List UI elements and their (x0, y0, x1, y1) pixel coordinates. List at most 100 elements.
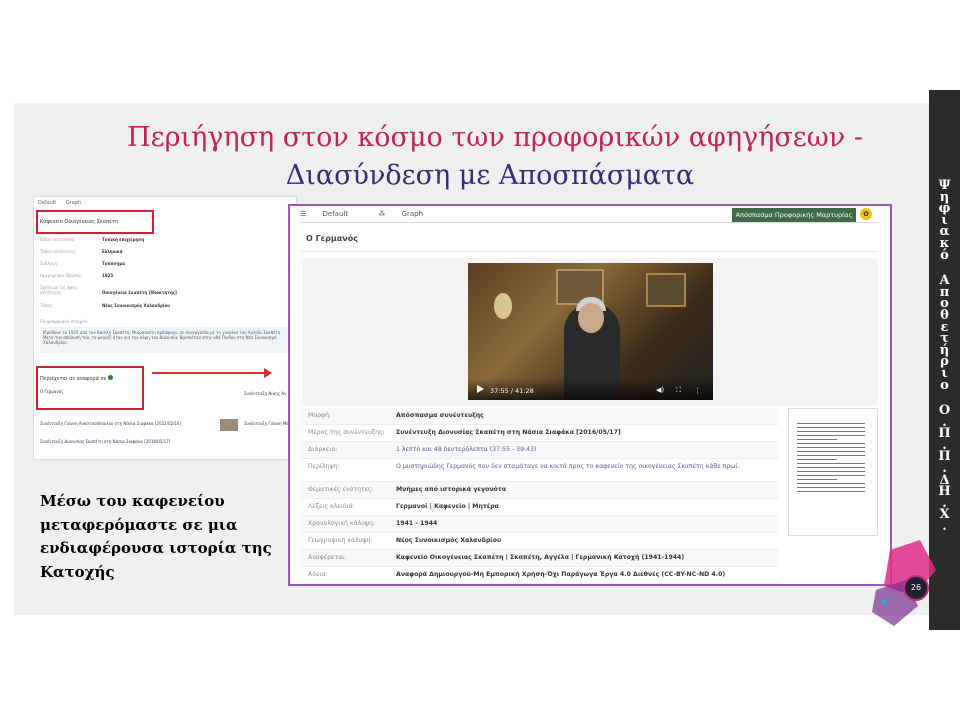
video-player[interactable]: 37:55 / 41:28 ◀) ⛶ ⋮ (468, 263, 713, 400)
meta-value[interactable]: Καφενείο Οικογένειας Σκαπέτη | Σκαπέτη, … (396, 554, 684, 561)
meta-row: Σχέση με τις αφηγ. οντότητες: Οικογένεια … (40, 285, 177, 295)
thumbnail-text-line (797, 471, 865, 472)
slide-body-text: Μέσω του καφενείου μεταφερόμαστε σε μια … (40, 492, 272, 581)
meta-value: 1941 - 1944 (396, 520, 438, 527)
thumbnail-text-line (797, 423, 865, 424)
meta-value: 1 λεπτό και 48 δευτερόλεπτα (37:55 - 39:… (396, 446, 537, 453)
meta-row: Λέξεις κλειδιά: Γερμανοί | Καφενείο | Μητ… (302, 499, 778, 516)
meta-row: Περίληψη: Ο μυστηριώδης Γερμανός που δεν … (302, 459, 778, 482)
meta-key: Σχέση με τις αφηγ. οντότητες: (40, 285, 79, 295)
list-icon: ☰ (300, 210, 309, 218)
meta-key: Χρονολογική κάλυψη: (308, 520, 375, 527)
video-time: 37:55 / 41:28 (490, 387, 534, 395)
side-label-word: Αποθετήριο (939, 273, 950, 393)
meta-row: Ημερομηνία ίδρυσης: 1925 (40, 273, 113, 278)
thumbnail-text-line (797, 455, 865, 456)
meta-value: 1925 (102, 273, 114, 278)
tab-graph[interactable]: Graph (66, 200, 81, 206)
tab-graph[interactable]: ⁂ Graph (378, 210, 437, 218)
arrow-icon (152, 368, 272, 378)
meta-row: Γεωγραφική κάλυψη: Νέος Συνοικισμός Χαλαν… (302, 533, 778, 550)
slide-title-line1: Περιήγηση στον κόσμο των προφορικών αφηγ… (127, 122, 863, 153)
highlight-box-place (36, 210, 154, 234)
title-divider (300, 251, 878, 252)
graph-icon: ⁂ (378, 210, 388, 218)
meta-value[interactable]: Συνέντευξη Διονυσίας Σκαπέτη στη Νάσια Σ… (396, 429, 621, 436)
meta-row: Μορφή: Απόσπασμα συνέντευξης (302, 408, 778, 425)
meta-key: Είδος οντότητας: (40, 237, 76, 242)
meta-value: Απόσπασμα συνέντευξης (396, 412, 484, 419)
main-tabs: ☰ Default ⁂ Graph (300, 210, 451, 218)
meta-row: Είδος οντότητας: Τοπική επιχείρηση (40, 237, 144, 242)
left-tabs: Default Graph (38, 200, 89, 206)
meta-value[interactable]: Αναφορά Δημιουργού-Μη Εμπορική Χρήση-Όχι… (396, 571, 725, 578)
meta-value[interactable]: Μνήμες από ιστορικά γεγονότα (396, 486, 506, 493)
meta-key: Συλλογή: (40, 261, 59, 266)
tab-default[interactable]: Default (38, 200, 56, 206)
meta-key: Γεωγραφική κάλυψη: (308, 537, 373, 544)
meta-value: Τοπική επιχείρηση (102, 237, 145, 242)
meta-row: Συλλογή: Τοπόσημα (40, 261, 125, 266)
description-text: Ιδρύθηκε το 1925 από τον Βασίλη Σκαπέτη,… (40, 327, 290, 353)
tab-divider (300, 222, 878, 223)
slide-title-line2: Διασύνδεση με Αποσπάσματα (285, 160, 695, 191)
lamp (494, 293, 512, 319)
thumbnail-text-line (797, 459, 837, 460)
meta-row: Χρονολογική κάλυψη: 1941 - 1944 (302, 516, 778, 533)
meta-row: Μέρος της συνέντευξης: Συνέντευξη Διονυσί… (302, 425, 778, 442)
tab-default-label: Default (322, 210, 349, 218)
meta-row: Τόπος: Νέος Συνοικισμός Χαλανδρίου (40, 303, 170, 308)
speaker-face (578, 303, 604, 333)
thumbnail-text-line (797, 463, 865, 464)
tab-graph-label: Graph (401, 210, 424, 218)
meta-key: Τόπος: (40, 303, 54, 308)
meta-key: Διάρκεια: (308, 446, 338, 453)
list-item[interactable]: Συνέντευξη Γιάννη Αναστασόπουλου στη Νάσ… (40, 421, 181, 426)
meta-value[interactable]: Γερμανοί | Καφενείο | Μητέρα (396, 503, 499, 510)
excerpt-page-screenshot: ☰ Default ⁂ Graph Απόσπασμα Προφορικής Μ… (288, 204, 892, 586)
tab-default[interactable]: ☰ Default (300, 210, 362, 218)
description-title: Πληροφοριακό στοιχείο (40, 319, 88, 324)
highlight-box-reference (36, 366, 144, 410)
page-number: 26 (903, 575, 929, 601)
picture-frame (646, 273, 686, 307)
thumbnail-text-line (797, 479, 837, 480)
meta-key: Ημερομηνία ίδρυσης: (40, 273, 83, 278)
meta-key: Περίληψη: (308, 463, 340, 470)
side-label: Ψηφιακό Αποθετήριο Ο.Π.Π.ΔΗ.Χ. (929, 178, 960, 547)
thumbnail-text-line (797, 451, 865, 452)
meta-key: Αναφέρεται: (308, 554, 347, 561)
meta-row: Άδεια: Αναφορά Δημιουργού-Μη Εμπορική Χρή… (302, 567, 778, 584)
more-icon[interactable]: ⋮ (694, 387, 701, 395)
excerpt-metadata: Μορφή: Απόσπασμα συνέντευξης Μέρος της συ… (302, 408, 778, 584)
meta-row: Θεματικές ενότητες: Μνήμες από ιστορικά γ… (302, 482, 778, 499)
thumbnail-text-line (797, 483, 865, 484)
list-item-side[interactable]: Συνέντευξη Γιάννη Με (244, 421, 289, 426)
thumbnail-text-line (797, 467, 865, 468)
meta-value[interactable]: Νέος Συνοικισμός Χαλανδρίου (396, 537, 501, 544)
thumbnail-text-line (797, 427, 865, 428)
meta-key: Μέρος της συνέντευξης: (308, 429, 385, 436)
meta-key: Μορφή: (308, 412, 332, 419)
volume-icon[interactable]: ◀) (656, 386, 664, 394)
meta-row: Τύπος οντότητας: Ελληνικά (40, 249, 123, 254)
excerpt-type-button[interactable]: Απόσπασμα Προφορικής Μαρτυρίας (732, 208, 856, 222)
meta-key: Θεματικές ενότητες: (308, 486, 374, 493)
meta-value: Ελληνικά (102, 249, 123, 254)
page-title: Ο Γερμανός (306, 234, 358, 243)
meta-key: Τύπος οντότητας: (40, 249, 77, 254)
reference-side[interactable]: Συνέντευξη Νίκης Αν (244, 391, 286, 396)
meta-value[interactable]: Οικογένεια Σκαπέτη [Ιδιοκτήτης] (102, 290, 177, 295)
transcript-thumbnail[interactable] (788, 408, 878, 536)
meta-row: Αναφέρεται: Καφενείο Οικογένειας Σκαπέτη … (302, 550, 778, 567)
badge-icon[interactable]: ✿ (860, 208, 872, 220)
play-icon[interactable] (477, 385, 484, 393)
list-item[interactable]: Συνέντευξη Διονυσίας Σκαπέτη στη Νάσια Σ… (40, 439, 170, 444)
meta-key: Λέξεις κλειδιά: (308, 503, 355, 510)
side-label-word: Ο.Π.Π.ΔΗ.Χ. (938, 403, 951, 535)
thumbnail-icon (220, 419, 238, 431)
side-label-word: Ψηφιακό (938, 178, 951, 263)
fullscreen-icon[interactable]: ⛶ (676, 386, 681, 395)
meta-value[interactable]: Νέος Συνοικισμός Χαλανδρίου (102, 303, 170, 308)
meta-value: Ο μυστηριώδης Γερμανός που δεν σταμάταγε… (396, 463, 740, 470)
